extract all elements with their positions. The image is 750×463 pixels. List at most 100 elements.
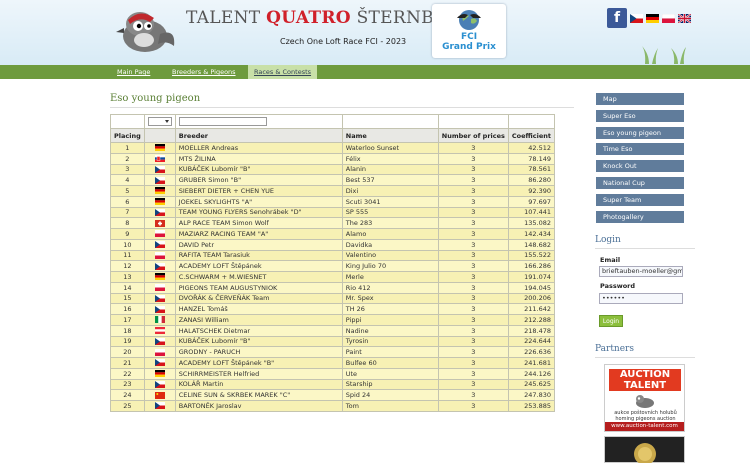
cell-pigeon-name[interactable]: Tyrosin [341,335,439,348]
col-breeder[interactable]: Breeder [174,128,343,143]
sidebar-item-national-cup[interactable]: National Cup [596,176,684,189]
sidebar-item-photogallery[interactable]: Photogallery [596,210,684,223]
cell-breeder[interactable]: RAFITA TEAM Tarasiuk [174,249,343,262]
table-row[interactable]: 20 GRODNY - PARUCH Paint 3 226.636 [110,346,556,358]
email-field[interactable]: brieftauben-moeller@gm [599,266,683,277]
cell-breeder[interactable]: SIEBERT DIETER + CHEN YUE [174,185,343,197]
cell-pigeon-name[interactable]: Tom [341,400,439,412]
col-number-of-prices[interactable]: Number of prices [437,128,509,143]
cell-breeder[interactable]: ACADEMY LOFT Štěpánek [174,260,343,272]
table-row[interactable]: 23 KOLÁŘ Martin Starship 3 245.625 [110,378,556,391]
table-row[interactable]: 18 HALATSCHEK Dietmar Nadine 3 218.478 [110,324,556,337]
col-name[interactable]: Name [341,128,439,143]
cell-pigeon-name[interactable]: Davidka [341,238,439,251]
sidebar-item-time-eso[interactable]: Time Eso [596,143,684,156]
cell-pigeon-name[interactable]: Félix [341,152,439,165]
flag-cz-icon[interactable] [630,13,643,23]
cell-breeder[interactable]: MOELLER Andreas [174,142,343,154]
cell-pigeon-name[interactable]: Paint [341,346,439,358]
cell-pigeon-name[interactable]: Scuti 3041 [341,195,439,208]
cell-pigeon-name[interactable]: Best 537 [341,174,439,186]
country-filter-select[interactable] [147,117,172,126]
table-row[interactable]: 12 ACADEMY LOFT Štěpánek King Julio 70 3 166… [110,260,556,272]
table-row[interactable]: 13 C.SCHWARM + M.WIESNET Merle 3 191.074 [110,271,556,283]
table-row[interactable]: 22 SCHIRRMEISTER Helfried Ute 3 244.126 [110,367,556,380]
col-placing[interactable]: Placing [110,128,145,143]
sidebar-item-super-team[interactable]: Super Team [596,193,684,206]
cell-pigeon-name[interactable]: Rio 412 [341,281,439,294]
table-row[interactable]: 11 RAFITA TEAM Tarasiuk Valentino 3 155.522 [110,249,556,262]
sidebar-item-eso-young-pigeon[interactable]: Eso young pigeon [596,126,684,139]
cell-breeder[interactable]: HANZEL Tomáš [174,303,343,315]
facebook-icon[interactable]: f [607,8,627,28]
table-row[interactable]: 3 KUBÁČEK Lubomír "B" Alanin 3 78.561 [110,163,556,176]
cell-breeder[interactable]: ALP RACE TEAM Simon Wolf [174,217,343,229]
table-row[interactable]: 15 DVOŘÁK & ČERVEŇÁK Team Mr. Spex 3 200.206 [110,292,556,305]
cell-breeder[interactable]: MAZIARZ RACING TEAM "A" [174,228,343,240]
cell-breeder[interactable]: KUBÁČEK Lubomír "B" [174,335,343,348]
flag-de-icon[interactable] [646,13,659,23]
cell-pigeon-name[interactable]: Mr. Spex [341,292,439,305]
cell-pigeon-name[interactable]: Ute [341,367,439,380]
cell-breeder[interactable]: ACADEMY LOFT Štěpánek "B" [174,357,343,369]
cell-breeder[interactable]: TEAM YOUNG FLYERS Senohrábek "D" [174,206,343,219]
cell-pigeon-name[interactable]: Waterloo Sunset [341,142,439,154]
partner-banner-2[interactable] [604,436,685,463]
cell-breeder[interactable]: GRUBER Simon "B" [174,174,343,186]
cell-pigeon-name[interactable]: TH 26 [341,303,439,315]
breeder-filter-input[interactable] [178,117,267,126]
table-row[interactable]: 8 ALP RACE TEAM Simon Wolf The 283 3 135.082 [110,217,556,229]
table-row[interactable]: 5 SIEBERT DIETER + CHEN YUE Dixi 3 92.390 [110,185,556,197]
cell-pigeon-name[interactable]: SP 555 [341,206,439,219]
cell-pigeon-name[interactable]: Alamo [341,228,439,240]
cell-breeder[interactable]: BARTONĚK Jaroslav [174,400,343,412]
cell-pigeon-name[interactable]: Nadine [341,324,439,337]
cell-pigeon-name[interactable]: Merle [341,271,439,283]
table-row[interactable]: 6 JOEKEL SKYLIGHTS "A" Scuti 3041 3 97.697 [110,195,556,208]
cell-breeder[interactable]: ZANASI William [174,314,343,326]
table-row[interactable]: 17 ZANASI William Pippi 3 212.288 [110,314,556,326]
cell-breeder[interactable]: DVOŘÁK & ČERVEŇÁK Team [174,292,343,305]
sidebar-item-knock-out[interactable]: Knock Out [596,160,684,173]
cell-breeder[interactable]: DAVID Petr [174,238,343,251]
nav-races-contests[interactable]: Races & Contests [248,65,318,79]
password-field[interactable]: •••••• [599,293,683,304]
cell-breeder[interactable]: MTS ŽILINA [174,152,343,165]
cell-breeder[interactable]: CELINE SUN & SKRBEK MAREK "C" [174,389,343,401]
table-row[interactable]: 10 DAVID Petr Davidka 3 148.682 [110,238,556,251]
cell-pigeon-name[interactable]: Pippi [341,314,439,326]
cell-pigeon-name[interactable]: Dixi [341,185,439,197]
nav-breeders-pigeons[interactable]: Breeders & Pigeons [172,65,236,79]
table-row[interactable]: 1 MOELLER Andreas Waterloo Sunset 3 42.512 [110,142,556,154]
table-row[interactable]: 21 ACADEMY LOFT Štěpánek "B" Bulfee 60 3 241… [110,357,556,369]
cell-pigeon-name[interactable]: King Julio 70 [341,260,439,272]
cell-breeder[interactable]: KOLÁŘ Martin [174,378,343,391]
cell-breeder[interactable]: HALATSCHEK Dietmar [174,324,343,337]
table-row[interactable]: 16 HANZEL Tomáš TH 26 3 211.642 [110,303,556,315]
table-row[interactable]: 25 BARTONĚK Jaroslav Tom 3 253.885 [110,400,556,412]
cell-pigeon-name[interactable]: Alanin [341,163,439,176]
cell-breeder[interactable]: SCHIRRMEISTER Helfried [174,367,343,380]
cell-pigeon-name[interactable]: Bulfee 60 [341,357,439,369]
table-row[interactable]: 9 MAZIARZ RACING TEAM "A" Alamo 3 142.434 [110,228,556,240]
col-coefficient[interactable]: Coefficient [507,128,556,143]
auction-talent-banner[interactable]: AUCTION TALENT aukce poštovních holubů h… [604,364,685,432]
table-row[interactable]: 19 KUBÁČEK Lubomír "B" Tyrosin 3 224.644 [110,335,556,348]
table-row[interactable]: 2 MTS ŽILINA Félix 3 78.149 [110,152,556,165]
cell-pigeon-name[interactable]: Valentino [341,249,439,262]
cell-breeder[interactable]: GRODNY - PARUCH [174,346,343,358]
cell-breeder[interactable]: PIGEONS TEAM AUGUSTYNIOK [174,281,343,294]
cell-breeder[interactable]: KUBÁČEK Lubomír "B" [174,163,343,176]
nav-main-page[interactable]: Main Page [117,65,150,79]
cell-pigeon-name[interactable]: The 283 [341,217,439,229]
sidebar-item-super-eso[interactable]: Super Eso [596,109,684,122]
table-row[interactable]: 4 GRUBER Simon "B" Best 537 3 86.280 [110,174,556,186]
cell-breeder[interactable]: JOEKEL SKYLIGHTS "A" [174,195,343,208]
table-row[interactable]: 24 CELINE SUN & SKRBEK MAREK "C" Spid 24 3 2… [110,389,556,401]
table-row[interactable]: 14 PIGEONS TEAM AUGUSTYNIOK Rio 412 3 194.04… [110,281,556,294]
flag-gb-icon[interactable] [678,13,691,23]
table-row[interactable]: 7 TEAM YOUNG FLYERS Senohrábek "D" SP 555 3… [110,206,556,219]
sidebar-item-map[interactable]: Map [596,93,684,105]
cell-breeder[interactable]: C.SCHWARM + M.WIESNET [174,271,343,283]
login-button[interactable]: Login [599,315,623,327]
